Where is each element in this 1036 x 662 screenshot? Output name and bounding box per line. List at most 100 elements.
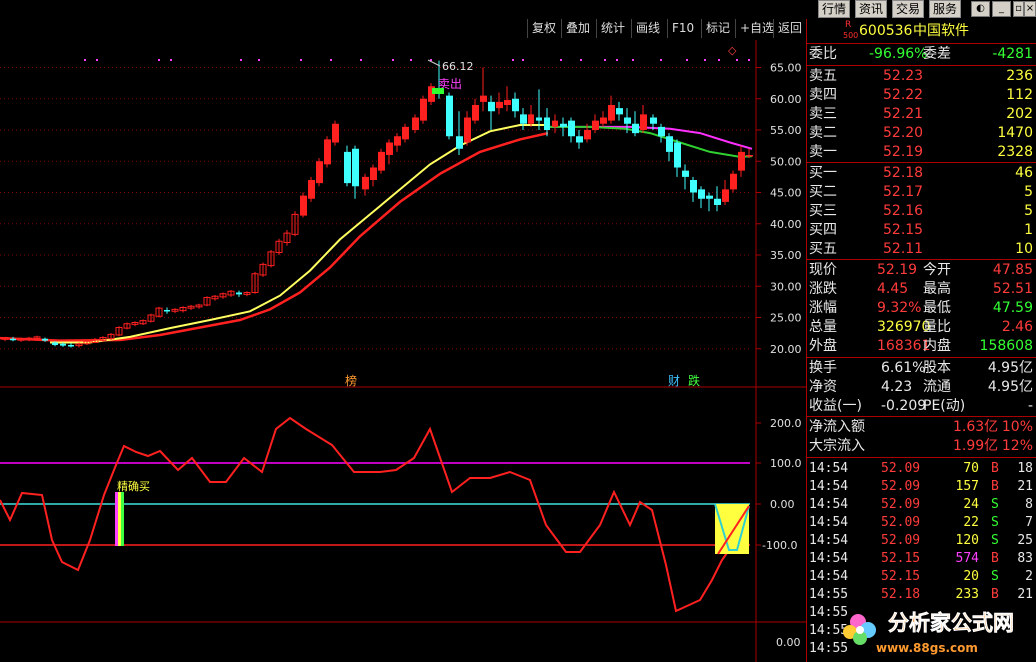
asks-row[interactable]: 卖一 52.19 2328 <box>807 143 1036 162</box>
btn-f10[interactable]: F10 <box>667 19 698 38</box>
btn-zixuan[interactable]: +自选 <box>735 19 778 38</box>
sell-marker <box>432 88 444 94</box>
candle-body <box>576 136 583 143</box>
price-axis-label: 50.00 <box>770 155 802 168</box>
candle-body <box>464 117 471 143</box>
candle-body <box>632 123 639 134</box>
tick-price: 52.09 <box>881 515 921 530</box>
signal-box <box>714 503 750 555</box>
system-menu-bar: 行情 资讯 交易 服务 ◐ _ ▫ × <box>0 0 1036 18</box>
candle-body <box>332 123 339 143</box>
candle-body <box>690 180 697 193</box>
asks-row[interactable]: 卖四 52.22 112 <box>807 86 1036 105</box>
tick-time: 14:54 <box>809 515 849 530</box>
btn-huaxian[interactable]: 画线 <box>631 19 664 38</box>
buy-signal: 精确买 <box>115 480 150 546</box>
btn-fuquan[interactable]: 复权 <box>527 19 560 38</box>
asks-label: 卖二 <box>809 125 837 141</box>
menu-jiaoyi[interactable]: 交易 <box>892 0 924 18</box>
help-icon[interactable]: ◐ <box>971 1 990 17</box>
minimize-icon[interactable]: _ <box>992 1 1011 17</box>
candle-body <box>650 117 657 124</box>
signal-dot <box>748 59 750 61</box>
tick-row: 14:54 52.09 157 B 21 <box>807 478 1036 496</box>
stat-value: 47.59 <box>992 300 1033 316</box>
bids-price: 52.15 <box>883 222 924 238</box>
bids-row[interactable]: 买二 52.17 5 <box>807 183 1036 202</box>
tick-row: 14:54 52.15 20 S 2 <box>807 568 1036 586</box>
close-icon[interactable]: × <box>1024 1 1036 17</box>
signal-dot <box>736 59 738 61</box>
tick-volume: 20 <box>963 569 979 584</box>
stat-label: 现价 <box>809 262 837 278</box>
bids-volume: 46 <box>1015 165 1033 181</box>
ind-axis-label: 0.00 <box>770 498 795 511</box>
tick-side: B <box>991 461 999 476</box>
tick-side: B <box>991 551 999 566</box>
tick-time: 14:54 <box>809 551 849 566</box>
asks-row[interactable]: 卖五 52.23 236 <box>807 67 1036 86</box>
flow-value: 1.99亿 <box>953 438 999 454</box>
stock-name: 中国软件 <box>913 23 969 39</box>
btn-biaoji[interactable]: 标记 <box>701 19 734 38</box>
marker-die: 跌 <box>688 373 700 388</box>
bids-row[interactable]: 买三 52.16 5 <box>807 202 1036 221</box>
asks-label: 卖三 <box>809 106 837 122</box>
signal-dot <box>616 59 618 61</box>
asks-price: 52.19 <box>883 144 924 160</box>
tick-row: 14:54 52.09 24 S 8 <box>807 496 1036 514</box>
stat2-row: 换手 6.61% 股本 4.95亿 <box>807 359 1036 378</box>
stat2-row: 收益(一) -0.209 PE(动) - <box>807 397 1036 416</box>
stat-row: 涨幅 9.32% 最低 47.59 <box>807 299 1036 318</box>
tick-count: 7 <box>1025 515 1033 530</box>
candle-body <box>624 117 631 124</box>
signal-dot <box>522 59 524 61</box>
tick-price: 52.09 <box>881 479 921 494</box>
restore-icon[interactable]: ▫ <box>1013 1 1024 17</box>
watermark-url: www.88gs.com <box>876 641 978 655</box>
bids-row[interactable]: 买五 52.11 10 <box>807 240 1036 259</box>
candle-body <box>52 342 58 345</box>
stat2-value: 4.95亿 <box>987 379 1033 395</box>
kline-chart[interactable]: 65.00 60.00 55.00 50.00 45.00 40.00 35.00 30.00… <box>0 40 806 662</box>
signal-dot <box>560 59 562 61</box>
bids-row[interactable]: 买四 52.15 1 <box>807 221 1036 240</box>
stat-row: 外盘 168361 内盘 158608 <box>807 337 1036 356</box>
asks-label: 卖四 <box>809 87 837 103</box>
stat2-value: 6.61% <box>881 360 926 376</box>
tick-time: 14:54 <box>809 461 849 476</box>
asks-row[interactable]: 卖二 52.20 1470 <box>807 124 1036 143</box>
stat-label: 最高 <box>923 281 951 297</box>
menu-zixun[interactable]: 资讯 <box>855 0 887 18</box>
asks-row[interactable]: 卖三 52.21 202 <box>807 105 1036 124</box>
btn-tongji[interactable]: 统计 <box>596 19 629 38</box>
candle-body <box>738 151 745 171</box>
stat-label: 今开 <box>923 262 951 278</box>
btn-fanhui[interactable]: 返回 <box>773 19 806 38</box>
tick-price: 52.09 <box>881 533 921 548</box>
btn-diejia[interactable]: 叠加 <box>561 19 594 38</box>
stat-value: 52.19 <box>877 262 918 278</box>
tick-side: S <box>991 569 999 584</box>
asks-volume: 112 <box>1006 87 1033 103</box>
candle-body <box>412 117 419 130</box>
signal-dot <box>718 59 720 61</box>
stat-label: 涨幅 <box>809 300 837 316</box>
bids-volume: 10 <box>1015 241 1033 257</box>
stat-value: 9.32% <box>877 300 922 316</box>
candle-body <box>10 338 16 341</box>
asks-price: 52.20 <box>883 125 924 141</box>
menu-fuwu[interactable]: 服务 <box>929 0 961 18</box>
tick-price: 52.18 <box>881 587 921 602</box>
price-axis-label: 35.00 <box>770 249 802 262</box>
candle-body <box>402 126 409 140</box>
stat2-label: 净资 <box>809 379 837 395</box>
price-axis-label: 60.00 <box>770 93 802 106</box>
bids-row[interactable]: 买一 52.18 46 <box>807 164 1036 183</box>
candle-body <box>164 310 170 312</box>
price-axis-label: 20.00 <box>770 343 802 356</box>
tick-row: 14:54 52.15 574 B 83 <box>807 550 1036 568</box>
candle-body <box>552 120 558 127</box>
candle-body <box>730 173 737 190</box>
price-axis-label: 25.00 <box>770 312 802 325</box>
